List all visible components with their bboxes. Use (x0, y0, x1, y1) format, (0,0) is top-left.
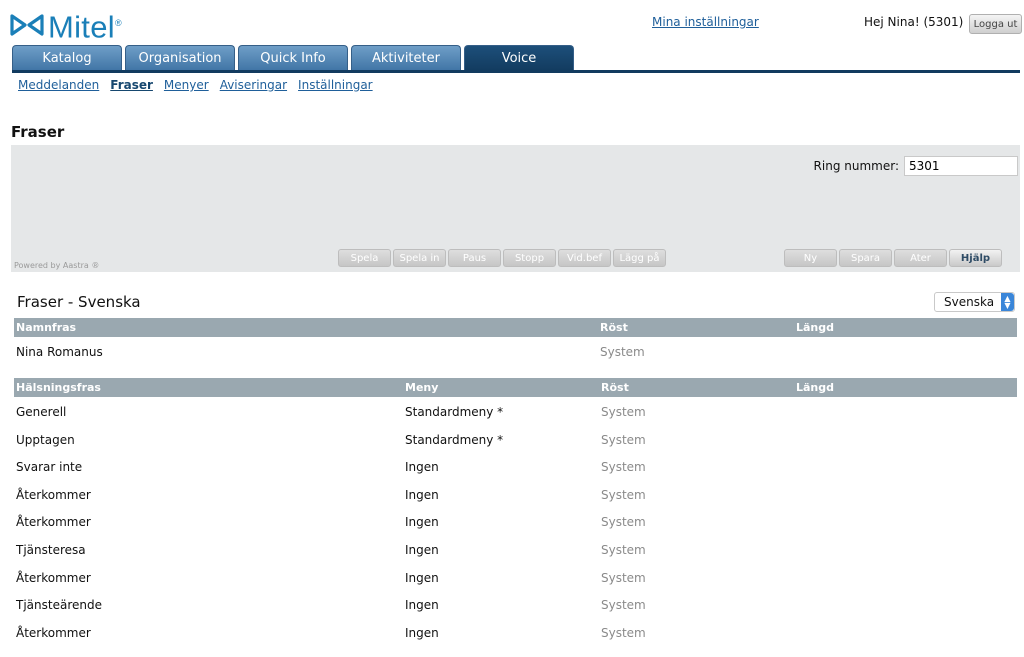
row-voice: System (601, 598, 646, 612)
row-menu: Ingen (405, 626, 439, 640)
row-name: Återkommer (16, 571, 91, 585)
name-table-header: Namnfras Röst Längd (14, 318, 1017, 337)
table-row[interactable]: Nina Romanus System (14, 341, 1017, 363)
table-row[interactable]: Generell Standardmeny * System (14, 401, 1017, 423)
mitel-logo: Mitel® (10, 9, 122, 45)
row-name: Tjänsteärende (16, 598, 102, 612)
tab-katalog[interactable]: Katalog (12, 45, 122, 71)
col-meny: Meny (405, 381, 439, 394)
row-name: Återkommer (16, 626, 91, 640)
row-menu: Ingen (405, 460, 439, 474)
main-tabs: Katalog Organisation Quick Info Aktivite… (12, 45, 577, 71)
row-voice: System (601, 626, 646, 640)
row-menu: Ingen (405, 543, 439, 557)
language-select[interactable]: Svenska ▲ ▼ (934, 292, 1015, 312)
stop-button[interactable]: Stopp (503, 249, 556, 267)
col-rost: Röst (601, 381, 629, 394)
tab-underline (12, 70, 1020, 73)
row-voice: System (601, 405, 646, 419)
my-settings-link[interactable]: Mina inställningar (652, 15, 759, 29)
ring-number-label: Ring nummer: (813, 159, 899, 173)
row-menu: Ingen (405, 488, 439, 502)
row-name: Tjänsteresa (16, 543, 86, 557)
row-voice: System (600, 345, 645, 359)
row-menu: Standardmeny * (405, 405, 504, 419)
subnav-installningar[interactable]: Inställningar (298, 78, 373, 92)
ring-number-input[interactable] (904, 156, 1018, 176)
row-menu: Ingen (405, 598, 439, 612)
user-greeting: Hej Nina! (5301) (864, 15, 964, 29)
undo-button[interactable]: Ater (894, 249, 947, 267)
table-row[interactable]: Återkommer Ingen System (14, 622, 1017, 644)
powered-by-text: Powered by Aastra ® (14, 261, 100, 270)
logo-text: Mitel® (48, 9, 122, 45)
table-row[interactable]: Upptagen Standardmeny * System (14, 429, 1017, 451)
row-voice: System (601, 488, 646, 502)
new-button[interactable]: Ny (784, 249, 837, 267)
row-voice: System (601, 433, 646, 447)
col-rost: Röst (600, 321, 628, 334)
row-voice: System (601, 460, 646, 474)
table-row[interactable]: Återkommer Ingen System (14, 511, 1017, 533)
tab-quick-info[interactable]: Quick Info (238, 45, 348, 71)
page-title: Fraser (11, 123, 65, 141)
select-arrows-icon: ▲ ▼ (1001, 293, 1014, 311)
forward-button[interactable]: Vid.bef (558, 249, 611, 267)
sub-navigation: Meddelanden Fraser Menyer Aviseringar In… (18, 78, 373, 92)
row-voice: System (601, 571, 646, 585)
row-name: Nina Romanus (16, 345, 103, 359)
pause-button[interactable]: Paus (448, 249, 501, 267)
table-row[interactable]: Återkommer Ingen System (14, 567, 1017, 589)
tab-voice[interactable]: Voice (464, 45, 574, 71)
row-voice: System (601, 515, 646, 529)
row-name: Svarar inte (16, 460, 83, 474)
subnav-fraser[interactable]: Fraser (110, 78, 153, 92)
table-row[interactable]: Tjänsteärende Ingen System (14, 594, 1017, 616)
row-menu: Ingen (405, 515, 439, 529)
hang-up-button[interactable]: Lägg på (613, 249, 666, 267)
section-title: Fraser - Svenska (17, 293, 141, 311)
player-panel: Ring nummer: Powered by Aastra ® Spela S… (11, 145, 1020, 272)
subnav-menyer[interactable]: Menyer (164, 78, 209, 92)
table-row[interactable]: Svarar inte Ingen System (14, 456, 1017, 478)
col-namnfras: Namnfras (16, 321, 77, 334)
save-button[interactable]: Spara (839, 249, 892, 267)
table-row[interactable]: Återkommer Ingen System (14, 484, 1017, 506)
help-button[interactable]: Hjälp (949, 249, 1002, 267)
tab-aktiviteter[interactable]: Aktiviteter (351, 45, 461, 71)
tab-organisation[interactable]: Organisation (125, 45, 235, 71)
row-menu: Ingen (405, 571, 439, 585)
language-select-value: Svenska (944, 295, 995, 309)
greeting-table-header: Hälsningsfras Meny Röst Längd (14, 378, 1017, 397)
row-name: Generell (16, 405, 67, 419)
table-row[interactable]: Tjänsteresa Ingen System (14, 539, 1017, 561)
logout-button[interactable]: Logga ut (969, 14, 1022, 34)
col-langd: Längd (796, 381, 835, 394)
row-name: Återkommer (16, 488, 91, 502)
subnav-aviseringar[interactable]: Aviseringar (220, 78, 287, 92)
play-button[interactable]: Spela (338, 249, 391, 267)
mitel-logo-icon (10, 14, 44, 36)
row-menu: Standardmeny * (405, 433, 504, 447)
row-name: Upptagen (16, 433, 75, 447)
row-name: Återkommer (16, 515, 91, 529)
row-voice: System (601, 543, 646, 557)
col-langd: Längd (796, 321, 835, 334)
subnav-meddelanden[interactable]: Meddelanden (18, 78, 99, 92)
record-button[interactable]: Spela in (393, 249, 446, 267)
col-halsningsfras: Hälsningsfras (16, 381, 101, 394)
